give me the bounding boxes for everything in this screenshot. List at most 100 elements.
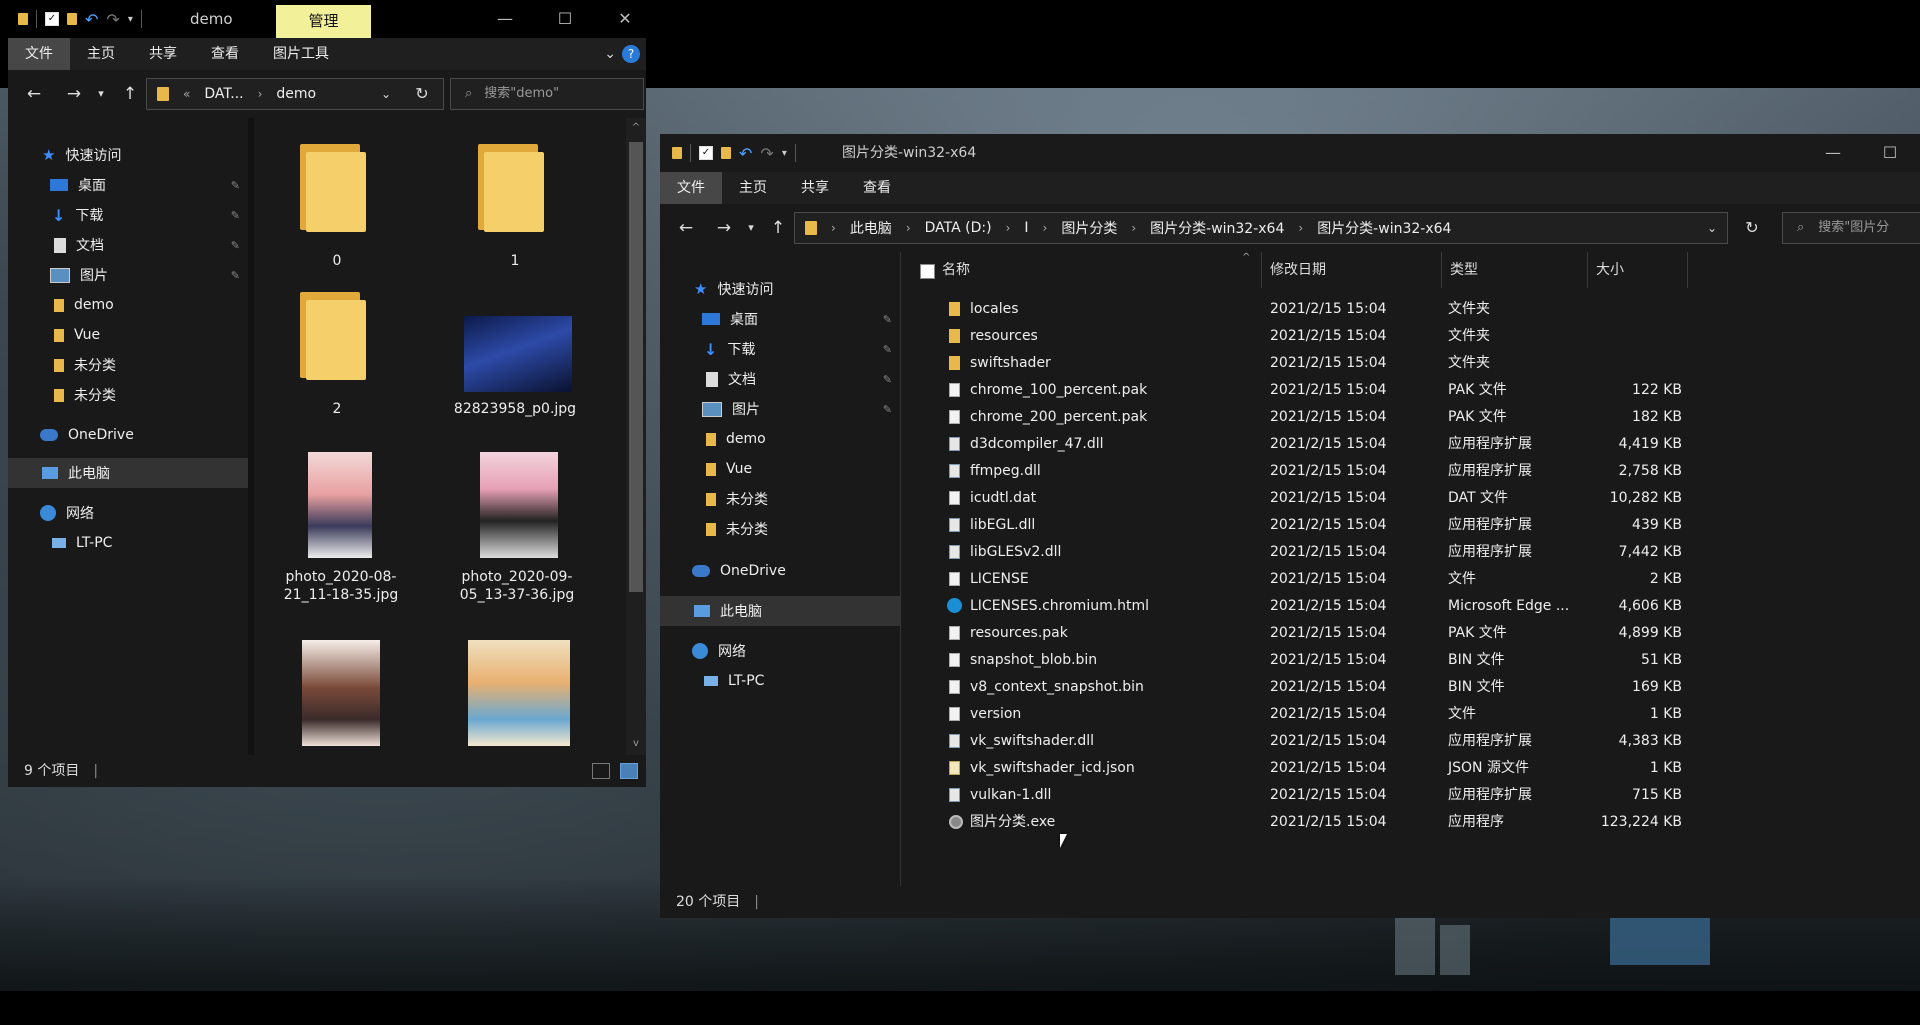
undo-icon[interactable]: ↶ <box>85 10 98 29</box>
nav-this-pc[interactable]: 此电脑 <box>8 458 248 488</box>
table-row[interactable]: resources 2021/2/15 15:04 文件夹 <box>902 325 1920 347</box>
nav-folder-vue[interactable]: Vue <box>660 454 900 484</box>
address-box[interactable]: › 此电脑 › DATA (D:) › I › 图片分类 › 图片分类-win3… <box>794 212 1728 244</box>
customize-toolbar-icon[interactable]: ▾ <box>128 14 133 25</box>
recent-locations-icon[interactable]: ▾ <box>92 70 110 118</box>
up-button[interactable]: ↑ <box>764 204 792 252</box>
breadcrumb-separator-icon[interactable]: › <box>1043 221 1048 235</box>
forward-button[interactable]: → <box>60 70 88 118</box>
refresh-icon[interactable]: ↻ <box>1738 204 1766 252</box>
customize-toolbar-icon[interactable]: ▾ <box>782 148 787 159</box>
new-folder-icon[interactable] <box>67 13 77 25</box>
select-all-checkbox[interactable] <box>920 264 935 279</box>
nav-folder-uncategorized[interactable]: 未分类 <box>8 380 248 410</box>
table-row[interactable]: v8_context_snapshot.bin 2021/2/15 15:04 BI… <box>902 676 1920 698</box>
breadcrumb-item[interactable]: I <box>1024 220 1028 236</box>
breadcrumb-separator-icon[interactable]: › <box>831 221 836 235</box>
large-icons-view-icon[interactable] <box>620 763 638 779</box>
breadcrumb-separator-icon[interactable]: › <box>906 221 911 235</box>
ribbon-expand-icon[interactable]: ⌄ <box>604 38 616 70</box>
maximize-icon[interactable]: ☐ <box>535 0 595 38</box>
title-bar[interactable]: ✓ ↶ ↷ ▾ demo 管理 — ☐ ✕ <box>8 0 646 38</box>
explorer-window-app[interactable]: ✓ ↶ ↷ ▾ 图片分类-win32-x64 — ☐ 文件 主页 共享 查看 ←… <box>660 134 1920 918</box>
properties-icon[interactable]: ✓ <box>45 12 59 26</box>
tab-share[interactable]: 共享 <box>132 38 194 70</box>
tab-share[interactable]: 共享 <box>784 172 846 204</box>
breadcrumb-separator-icon[interactable]: › <box>1131 221 1136 235</box>
table-row[interactable]: snapshot_blob.bin 2021/2/15 15:04 BIN 文件 51… <box>902 649 1920 671</box>
table-row[interactable]: swiftshader 2021/2/15 15:04 文件夹 <box>902 352 1920 374</box>
redo-icon[interactable]: ↷ <box>106 10 119 29</box>
table-row[interactable]: version 2021/2/15 15:04 文件 1 KB <box>902 703 1920 725</box>
search-input[interactable]: ⌕ 搜索"demo" <box>450 78 644 110</box>
nav-lt-pc[interactable]: LT-PC <box>8 528 248 558</box>
new-folder-icon[interactable] <box>721 147 731 159</box>
column-date-modified[interactable]: 修改日期 <box>1262 252 1442 288</box>
nav-folder-vue[interactable]: Vue <box>8 320 248 350</box>
nav-folder-demo[interactable]: demo <box>660 424 900 454</box>
nav-folder-demo[interactable]: demo <box>8 290 248 320</box>
breadcrumb-item[interactable]: demo <box>276 86 316 102</box>
nav-desktop[interactable]: 桌面 ✎ <box>8 170 248 200</box>
table-row[interactable]: chrome_100_percent.pak 2021/2/15 15:04 PAK… <box>902 379 1920 401</box>
undo-icon[interactable]: ↶ <box>739 144 752 163</box>
nav-quick-access[interactable]: ★ 快速访问 <box>660 274 900 304</box>
tab-home[interactable]: 主页 <box>722 172 784 204</box>
address-dropdown-icon[interactable]: ⌄ <box>1700 204 1724 252</box>
table-row[interactable]: vk_swiftshader_icd.json 2021/2/15 15:04 JS… <box>902 757 1920 779</box>
properties-icon[interactable]: ✓ <box>699 146 713 160</box>
breadcrumb-item[interactable]: 图片分类-win32-x64 <box>1317 218 1451 238</box>
maximize-icon[interactable]: ☐ <box>1860 134 1920 172</box>
redo-icon[interactable]: ↷ <box>760 144 773 163</box>
table-row[interactable]: LICENSES.chromium.html 2021/2/15 15:04 Mic… <box>902 595 1920 617</box>
nav-downloads[interactable]: ↓ 下载 ✎ <box>660 334 900 364</box>
image-thumbnail[interactable] <box>302 640 380 746</box>
breadcrumb-item[interactable]: DATA (D:) <box>925 220 992 236</box>
breadcrumb-item[interactable]: 此电脑 <box>850 218 892 238</box>
pane-divider[interactable] <box>248 118 254 755</box>
table-row[interactable]: LICENSE 2021/2/15 15:04 文件 2 KB <box>902 568 1920 590</box>
details-view-icon[interactable] <box>592 763 610 779</box>
nav-downloads[interactable]: ↓ 下载 ✎ <box>8 200 248 230</box>
explorer-window-demo[interactable]: ✓ ↶ ↷ ▾ demo 管理 — ☐ ✕ 文件 主页 共享 查看 图片工具 ⌄… <box>8 0 646 787</box>
recent-locations-icon[interactable]: ▾ <box>742 204 760 252</box>
tab-view[interactable]: 查看 <box>846 172 908 204</box>
nav-documents[interactable]: 文档 ✎ <box>660 364 900 394</box>
table-row[interactable]: libEGL.dll 2021/2/15 15:04 应用程序扩展 439 KB <box>902 514 1920 536</box>
table-row[interactable]: locales 2021/2/15 15:04 文件夹 <box>902 298 1920 320</box>
help-icon[interactable]: ? <box>622 45 640 63</box>
nav-network[interactable]: 网络 <box>8 498 248 528</box>
breadcrumb-item[interactable]: 图片分类 <box>1061 218 1117 238</box>
nav-pictures[interactable]: 图片 ✎ <box>8 260 248 290</box>
title-bar[interactable]: ✓ ↶ ↷ ▾ 图片分类-win32-x64 — ☐ <box>660 134 1920 172</box>
nav-onedrive[interactable]: OneDrive <box>660 556 900 586</box>
nav-onedrive[interactable]: OneDrive <box>8 420 248 450</box>
pane-divider[interactable] <box>900 252 901 886</box>
tab-file[interactable]: 文件 <box>660 172 722 204</box>
nav-documents[interactable]: 文档 ✎ <box>8 230 248 260</box>
tab-view[interactable]: 查看 <box>194 38 256 70</box>
breadcrumb-separator-icon[interactable]: › <box>1006 221 1011 235</box>
forward-button[interactable]: → <box>710 204 738 252</box>
address-box[interactable]: « DAT... › demo <box>146 78 444 110</box>
scroll-down-icon[interactable]: v <box>626 738 646 749</box>
close-icon[interactable]: ✕ <box>595 0 646 38</box>
nav-desktop[interactable]: 桌面 ✎ <box>660 304 900 334</box>
table-row[interactable]: vk_swiftshader.dll 2021/2/15 15:04 应用程序扩展 4… <box>902 730 1920 752</box>
tab-home[interactable]: 主页 <box>70 38 132 70</box>
back-button[interactable]: ← <box>672 204 700 252</box>
table-row[interactable]: 图片分类.exe 2021/2/15 15:04 应用程序 123,224 KB <box>902 811 1920 833</box>
scrollbar-thumb[interactable] <box>629 142 643 592</box>
breadcrumb-separator-icon[interactable]: › <box>1298 221 1303 235</box>
table-row[interactable]: ffmpeg.dll 2021/2/15 15:04 应用程序扩展 2,758 KB <box>902 460 1920 482</box>
tab-file[interactable]: 文件 <box>8 38 70 70</box>
nav-folder-uncategorized[interactable]: 未分类 <box>660 484 900 514</box>
nav-this-pc[interactable]: 此电脑 <box>660 596 900 626</box>
manage-tab[interactable]: 管理 <box>276 5 371 38</box>
breadcrumb-item[interactable]: 图片分类-win32-x64 <box>1150 218 1284 238</box>
column-name[interactable]: 名称 <box>934 252 1262 288</box>
minimize-icon[interactable]: — <box>1803 134 1863 172</box>
nav-pictures[interactable]: 图片 ✎ <box>660 394 900 424</box>
vertical-scrollbar[interactable]: ^ v <box>626 118 646 755</box>
column-type[interactable]: 类型 <box>1442 252 1588 288</box>
